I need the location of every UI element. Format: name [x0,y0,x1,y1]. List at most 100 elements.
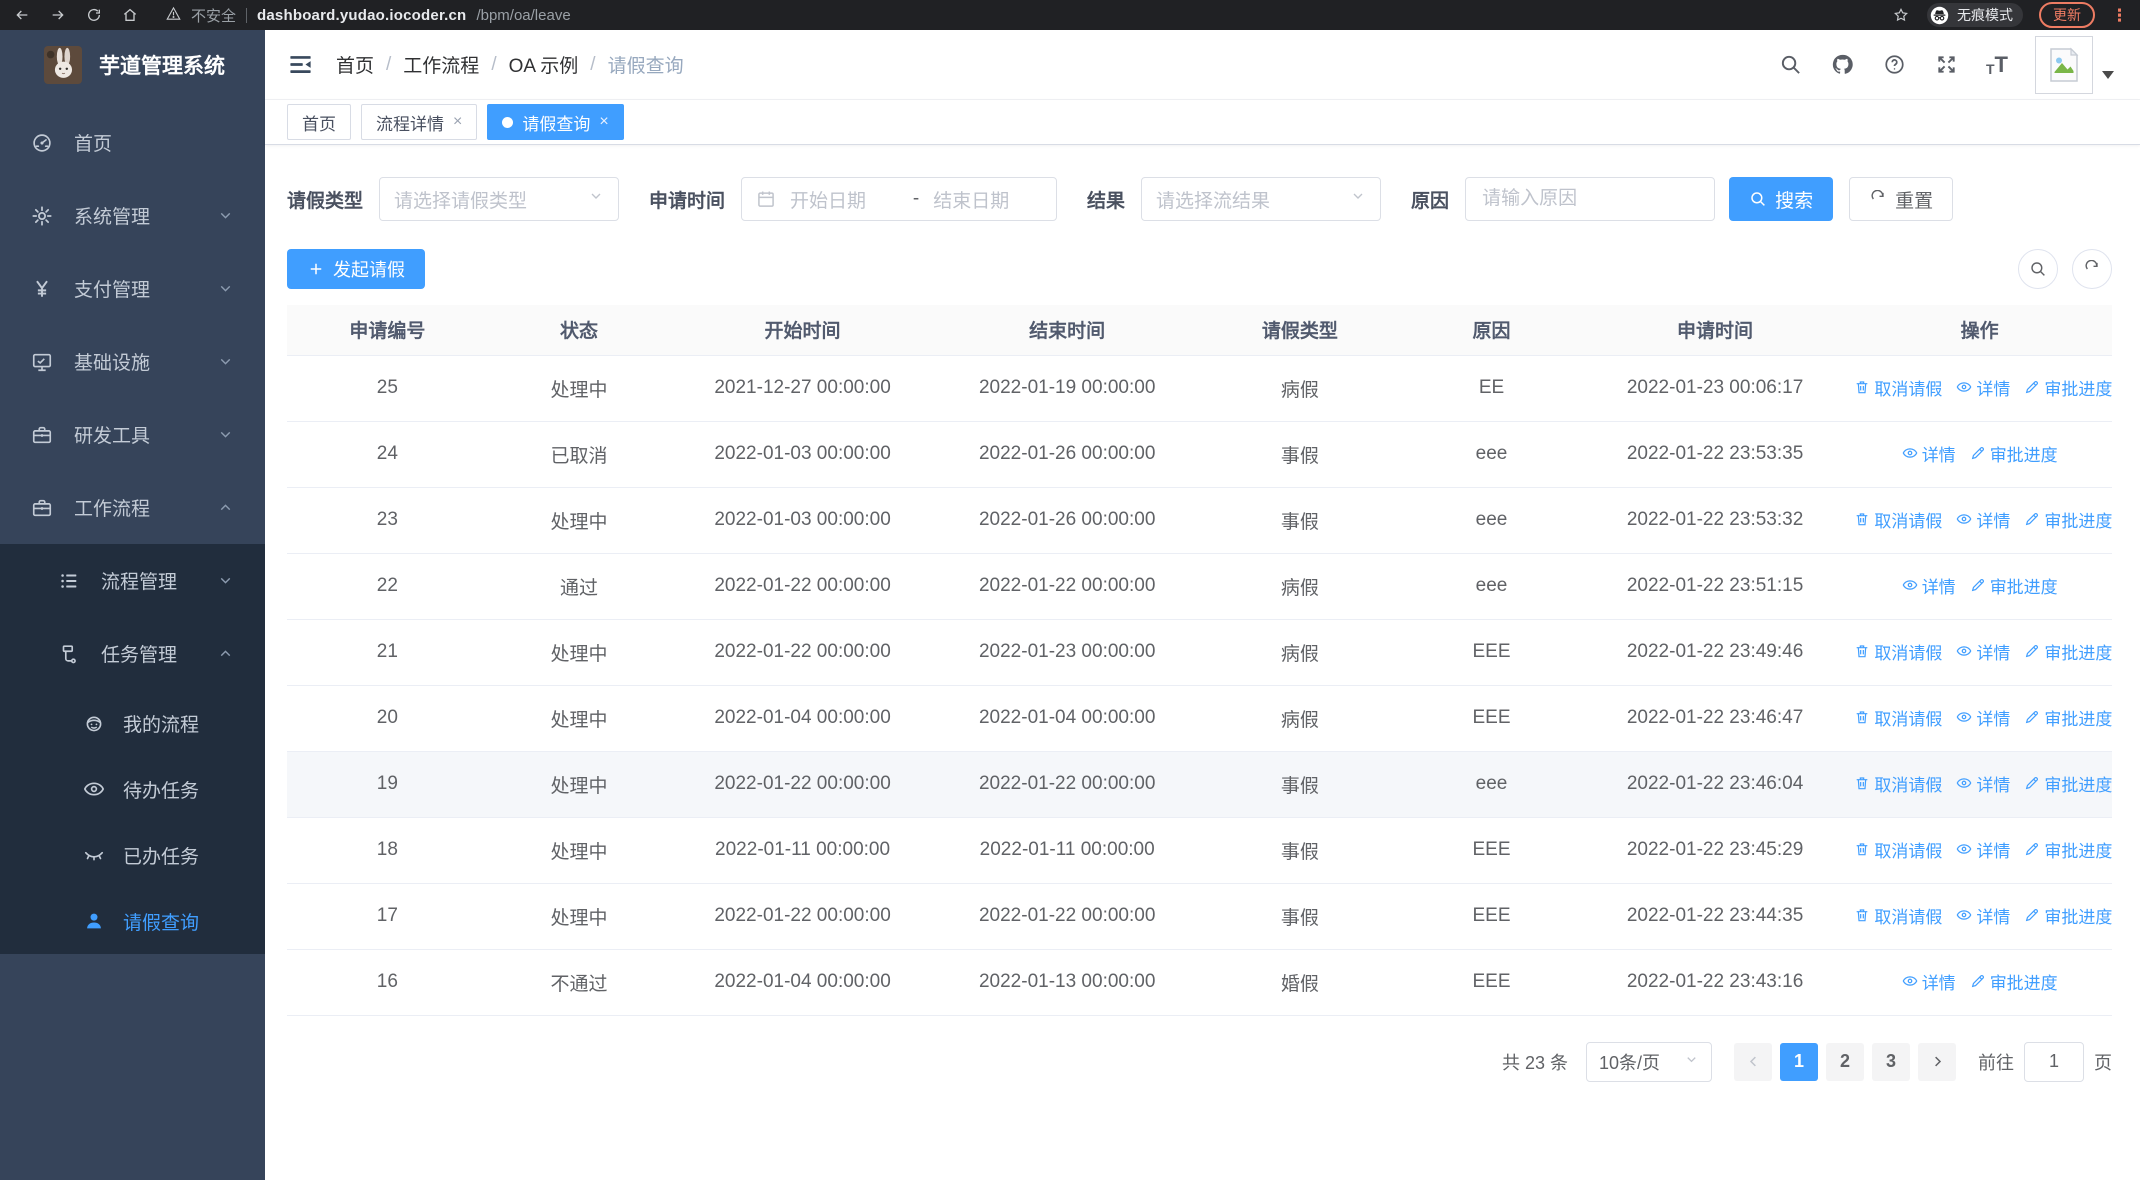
action-progress-link[interactable]: 审批进度 [1970,969,2058,994]
page-button-3[interactable]: 3 [1872,1042,1910,1081]
close-icon[interactable]: × [453,114,462,130]
actions-cell: 取消请假 详情 审批进度 [1847,487,2112,554]
sidebar-item-devtools[interactable]: 研发工具 [0,398,265,471]
create-leave-label: 发起请假 [333,260,405,280]
action-progress-link[interactable]: 审批进度 [2024,507,2112,532]
kebab-menu-icon[interactable]: ⋮ [2111,7,2128,24]
app-logo[interactable]: 芋道管理系统 [0,30,265,100]
action-cancel-link[interactable]: 取消请假 [1854,639,1942,664]
leave-type-cell: 事假 [1199,817,1401,884]
action-progress-link[interactable]: 审批进度 [2024,375,2112,400]
leave-type-select[interactable]: 请选择请假类型 [379,177,620,221]
sidebar-item-done-tasks[interactable]: 已办任务 [0,822,265,888]
action-cancel-link[interactable]: 取消请假 [1854,903,1942,928]
action-detail-link[interactable]: 详情 [1902,969,1956,994]
sidebar-item-task-mgmt[interactable]: 任务管理 [0,617,265,690]
result-select[interactable]: 请选择流结果 [1141,177,1382,221]
sidebar-item-label: 工作流程 [74,499,151,520]
action-detail-link[interactable]: 详情 [1902,441,1956,466]
page-size-select[interactable]: 10条/页 [1586,1041,1712,1082]
action-detail-link[interactable]: 详情 [1956,639,2010,664]
github-icon[interactable] [1830,52,1855,77]
table-row: 21 处理中 2022-01-22 00:00:00 2022-01-23 00:00… [287,619,2112,686]
tab-leave-query[interactable]: 请假查询 × [487,104,624,140]
pen-icon [2024,379,2040,395]
sidebar-item-label: 流程管理 [101,572,178,593]
sidebar-item-workflow[interactable]: 工作流程 [0,471,265,544]
sidebar-item-infra[interactable]: 基础设施 [0,325,265,398]
action-progress-link[interactable]: 审批进度 [2024,837,2112,862]
forward-icon[interactable] [48,5,68,25]
sidebar-item-todo-tasks[interactable]: 待办任务 [0,756,265,822]
reason-input[interactable] [1465,177,1716,221]
fullscreen-icon[interactable] [1934,52,1959,77]
action-detail-link-label: 详情 [1976,775,2011,795]
goto-page-input[interactable] [2024,1041,2084,1082]
action-cancel-link[interactable]: 取消请假 [1854,837,1942,862]
incognito-label: 无痕模式 [1957,7,2013,23]
user-avatar[interactable] [2035,35,2114,94]
action-progress-link[interactable]: 审批进度 [2024,639,2112,664]
apply-id-cell: 24 [287,421,488,488]
sidebar-item-leave-query[interactable]: 请假查询 [0,888,265,954]
action-detail-link[interactable]: 详情 [1956,375,2010,400]
address-bar[interactable]: 不安全 dashboard.yudao.iocoder.cn /bpm/oa/l… [166,5,1875,26]
browser-update-button[interactable]: 更新 [2039,2,2095,28]
action-progress-link[interactable]: 审批进度 [1970,573,2058,598]
hide-search-icon[interactable] [2018,249,2058,289]
sidebar-collapse-icon[interactable] [287,51,314,78]
briefcase-icon [30,496,54,520]
home-icon[interactable] [120,5,140,25]
search-icon[interactable] [1778,52,1803,77]
action-detail-link[interactable]: 详情 [1956,507,2010,532]
sidebar-item-my-process[interactable]: 我的流程 [0,690,265,756]
breadcrumb-item[interactable]: OA 示例 [509,51,579,78]
apply-time-range-picker[interactable]: 开始日期 - 结束日期 [741,177,1058,221]
trash-icon [1854,379,1870,395]
breadcrumb-item[interactable]: 工作流程 [403,51,479,78]
sidebar-item-process-mgmt[interactable]: 流程管理 [0,544,265,617]
leave-type-cell: 病假 [1199,685,1401,752]
back-icon[interactable] [12,5,32,25]
sidebar-item-system[interactable]: 系统管理 [0,179,265,252]
action-detail-link[interactable]: 详情 [1956,771,2010,796]
page-button-2[interactable]: 2 [1826,1042,1864,1081]
action-cancel-link[interactable]: 取消请假 [1854,375,1942,400]
action-detail-link[interactable]: 详情 [1956,705,2010,730]
search-button[interactable]: 搜索 [1729,177,1834,221]
reload-icon[interactable] [84,5,104,25]
apply-id-cell: 19 [287,751,488,818]
action-detail-link[interactable]: 详情 [1956,903,2010,928]
action-cancel-link[interactable]: 取消请假 [1854,507,1942,532]
breadcrumb-item[interactable]: 首页 [336,51,374,78]
sidebar-item-payment[interactable]: 支付管理 [0,252,265,325]
sidebar-item-label: 任务管理 [101,645,178,666]
table-toolbar: 发起请假 [287,249,2112,289]
tab-home[interactable]: 首页 [287,104,351,140]
gear-icon [30,204,54,228]
page-button-1[interactable]: 1 [1780,1042,1818,1081]
action-detail-link[interactable]: 详情 [1902,573,1956,598]
close-icon[interactable]: × [599,114,608,130]
action-progress-link[interactable]: 审批进度 [2024,903,2112,928]
tab-process-detail[interactable]: 流程详情 × [361,104,478,140]
action-progress-link[interactable]: 审批进度 [2024,705,2112,730]
help-icon[interactable] [1882,52,1907,77]
font-size-icon[interactable]: TT [1986,53,2008,76]
action-cancel-link[interactable]: 取消请假 [1854,771,1942,796]
action-cancel-link[interactable]: 取消请假 [1854,705,1942,730]
prev-page-button[interactable] [1734,1042,1772,1081]
tab-label: 流程详情 [376,114,444,134]
reset-button[interactable]: 重置 [1849,177,1954,221]
col-apply-id: 申请编号 [287,305,488,356]
refresh-icon[interactable] [2072,249,2112,289]
next-page-button[interactable] [1918,1042,1956,1081]
bookmark-star-icon[interactable] [1891,5,1911,25]
create-leave-button[interactable]: 发起请假 [287,249,425,289]
action-progress-link[interactable]: 审批进度 [1970,441,2058,466]
action-detail-link[interactable]: 详情 [1956,837,2010,862]
sidebar-item-home[interactable]: 首页 [0,106,265,179]
top-navbar: 首页 / 工作流程 / OA 示例 / 请假查询 TT [265,30,2140,100]
incognito-icon [1930,6,1949,24]
action-progress-link[interactable]: 审批进度 [2024,771,2112,796]
